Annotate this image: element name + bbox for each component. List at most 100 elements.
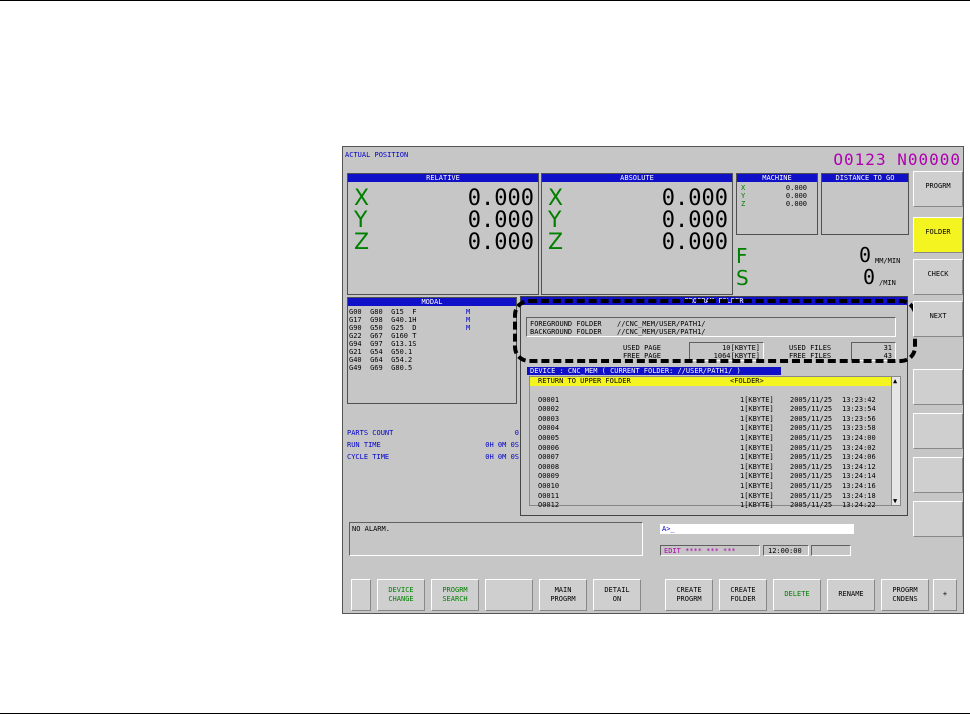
file-size: 1[KBYTE] [740, 434, 774, 442]
counter-value: 0H 0M 0S [485, 453, 519, 461]
counter-label: PARTS COUNT [347, 429, 394, 437]
file-row[interactable]: O0003 1[KBYTE] 2005/11/25 13:23:56 [530, 415, 890, 424]
relative-title: RELATIVE [348, 174, 538, 182]
file-row[interactable]: O0001 1[KBYTE] 2005/11/25 13:23:42 [530, 396, 890, 405]
side-softkey-check[interactable]: CHECK [913, 259, 963, 295]
file-size: 1[KBYTE] [740, 501, 774, 510]
counter-value: 0H 0M 0S [485, 441, 519, 449]
file-list-scrollbar[interactable]: ▲ ▼ [891, 377, 900, 505]
file-row[interactable]: O0007 1[KBYTE] 2005/11/25 13:24:06 [530, 453, 890, 462]
file-row[interactable]: O0011 1[KBYTE] 2005/11/25 13:24:18 [530, 492, 890, 501]
modal-line: G22 G67 G160 T [349, 332, 417, 340]
spindle-label: S [736, 266, 749, 290]
program-number: O0123 N00000 [833, 150, 961, 169]
file-time: 13:23:54 [842, 405, 876, 414]
file-list: RETURN TO UPPER FOLDER <FOLDER> O0001 1[K… [529, 376, 901, 509]
file-size: 1[KBYTE] [740, 395, 774, 404]
file-date: 2005/11/25 [790, 424, 833, 433]
mode-status-text: EDIT **** *** *** [664, 547, 736, 555]
file-row[interactable]: O0008 1[KBYTE] 2005/11/25 13:24:12 [530, 463, 890, 472]
softkey-create-folder[interactable]: CREATE FOLDER [719, 579, 767, 611]
side-softkey-folder[interactable]: FOLDER [913, 217, 963, 253]
absolute-axis-z-label: Z [548, 230, 564, 255]
side-softkey-blank-6[interactable] [913, 457, 963, 493]
modal-line: G21 G54 G50.1 [349, 348, 413, 356]
file-name: O0005 [538, 434, 560, 442]
key-input-line[interactable]: A>_ [660, 524, 854, 534]
file-row[interactable]: O0009 1[KBYTE] 2005/11/25 13:24:14 [530, 472, 890, 481]
modal-m1: M [466, 308, 471, 316]
relative-axis-y-label: Y [354, 208, 368, 233]
file-row[interactable]: O0010 1[KBYTE] 2005/11/25 13:24:16 [530, 482, 890, 491]
absolute-title: ABSOLUTE [542, 174, 732, 182]
file-name: O0002 [538, 405, 560, 414]
relative-axis-x-value: 0.000 [467, 186, 534, 211]
file-time: 13:23:42 [842, 395, 876, 404]
modal-panel: MODAL G00 G80 G15 F G17 G98 G40.1H G90 G50… [347, 297, 517, 404]
softkey-rename[interactable]: RENAME [827, 579, 875, 611]
file-row[interactable]: O0012 1[KBYTE] 2005/11/25 13:24:22 [530, 501, 890, 510]
softkey-device-change[interactable]: DEVICE CHANGE [377, 579, 425, 611]
side-softkey-blank-5[interactable] [913, 413, 963, 449]
file-name: O0009 [538, 472, 560, 481]
file-date: 2005/11/25 [790, 405, 833, 414]
machine-axis-x-label: X [741, 184, 746, 192]
mode-status: EDIT **** *** *** [660, 545, 760, 556]
side-softkey-next[interactable]: NEXT [913, 301, 963, 337]
counter-label: CYCLE TIME [347, 453, 390, 461]
feed-unit: MM/MIN [875, 257, 901, 265]
file-date: 2005/11/25 [790, 414, 833, 423]
file-time: 13:23:56 [842, 414, 876, 423]
file-date: 2005/11/25 [790, 491, 833, 500]
file-size: 1[KBYTE] [740, 482, 774, 490]
side-softkey-blank-7[interactable] [913, 501, 963, 537]
file-time: 13:24:12 [842, 462, 876, 471]
file-time: 13:24:06 [842, 453, 876, 462]
return-upper-folder-row[interactable]: RETURN TO UPPER FOLDER <FOLDER> [530, 377, 892, 386]
feed-label: F [736, 244, 748, 268]
file-row[interactable]: O0006 1[KBYTE] 2005/11/25 13:24:02 [530, 444, 890, 453]
file-name: O0006 [538, 443, 560, 452]
machine-axis-z-label: Z [741, 200, 746, 208]
modal-line: G40 G64 G54.2 [349, 356, 413, 364]
alarm-message: NO ALARM. [352, 525, 390, 533]
file-name: O0004 [538, 424, 560, 433]
folder-type-label: <FOLDER> [730, 377, 764, 385]
file-size: 1[KBYTE] [740, 491, 774, 500]
highlight-outline [513, 299, 917, 363]
scroll-up-icon[interactable]: ▲ [893, 377, 897, 385]
absolute-axis-x-label: X [548, 186, 564, 211]
softkey-progrm-cndens[interactable]: PROGRM CNDENS [881, 579, 929, 611]
file-date: 2005/11/25 [790, 443, 833, 452]
softkey-progrm-search[interactable]: PROGRM SEARCH [431, 579, 479, 611]
softkey-blank-3[interactable] [485, 579, 533, 611]
device-bar: DEVICE : CNC_MEM ( CURRENT FOLDER: //USE… [527, 367, 781, 375]
softkey-[interactable]: + [933, 579, 957, 611]
bottom-rule [0, 713, 970, 714]
relative-axis-x-label: X [354, 186, 370, 211]
file-row[interactable]: O0005 1[KBYTE] 2005/11/25 13:24:00 [530, 434, 890, 443]
file-size: 1[KBYTE] [740, 462, 774, 471]
modal-title: MODAL [348, 298, 516, 306]
file-size: 1[KBYTE] [740, 405, 774, 414]
scroll-down-icon[interactable]: ▼ [893, 497, 897, 505]
file-time: 13:24:22 [842, 501, 876, 510]
softkey-create-progrm[interactable]: CREATE PROGRM [665, 579, 713, 611]
softkey-main-progrm[interactable]: MAIN PROGRM [539, 579, 587, 611]
softkey-blank-0[interactable] [351, 579, 371, 611]
machine-title: MACHINE [737, 174, 817, 182]
softkey-delete[interactable]: DELETE [773, 579, 821, 611]
side-softkey-progrm[interactable]: PROGRM [913, 171, 963, 207]
file-date: 2005/11/25 [790, 453, 833, 462]
absolute-panel: ABSOLUTE X 0.000 Y 0.000 Z 0.000 [541, 173, 733, 295]
file-time: 13:24:14 [842, 472, 876, 481]
alarm-box: NO ALARM. [349, 522, 643, 556]
clock-text: 12:00:00 [768, 547, 802, 555]
file-row[interactable]: O0002 1[KBYTE] 2005/11/25 13:23:54 [530, 405, 890, 414]
file-name: O0008 [538, 462, 560, 471]
modal-line: G17 G98 G40.1H [349, 316, 417, 324]
file-row[interactable]: O0004 1[KBYTE] 2005/11/25 13:23:58 [530, 424, 890, 433]
side-softkey-blank-4[interactable] [913, 369, 963, 405]
top-rule [0, 0, 970, 1]
softkey-detail-on[interactable]: DETAIL ON [593, 579, 641, 611]
